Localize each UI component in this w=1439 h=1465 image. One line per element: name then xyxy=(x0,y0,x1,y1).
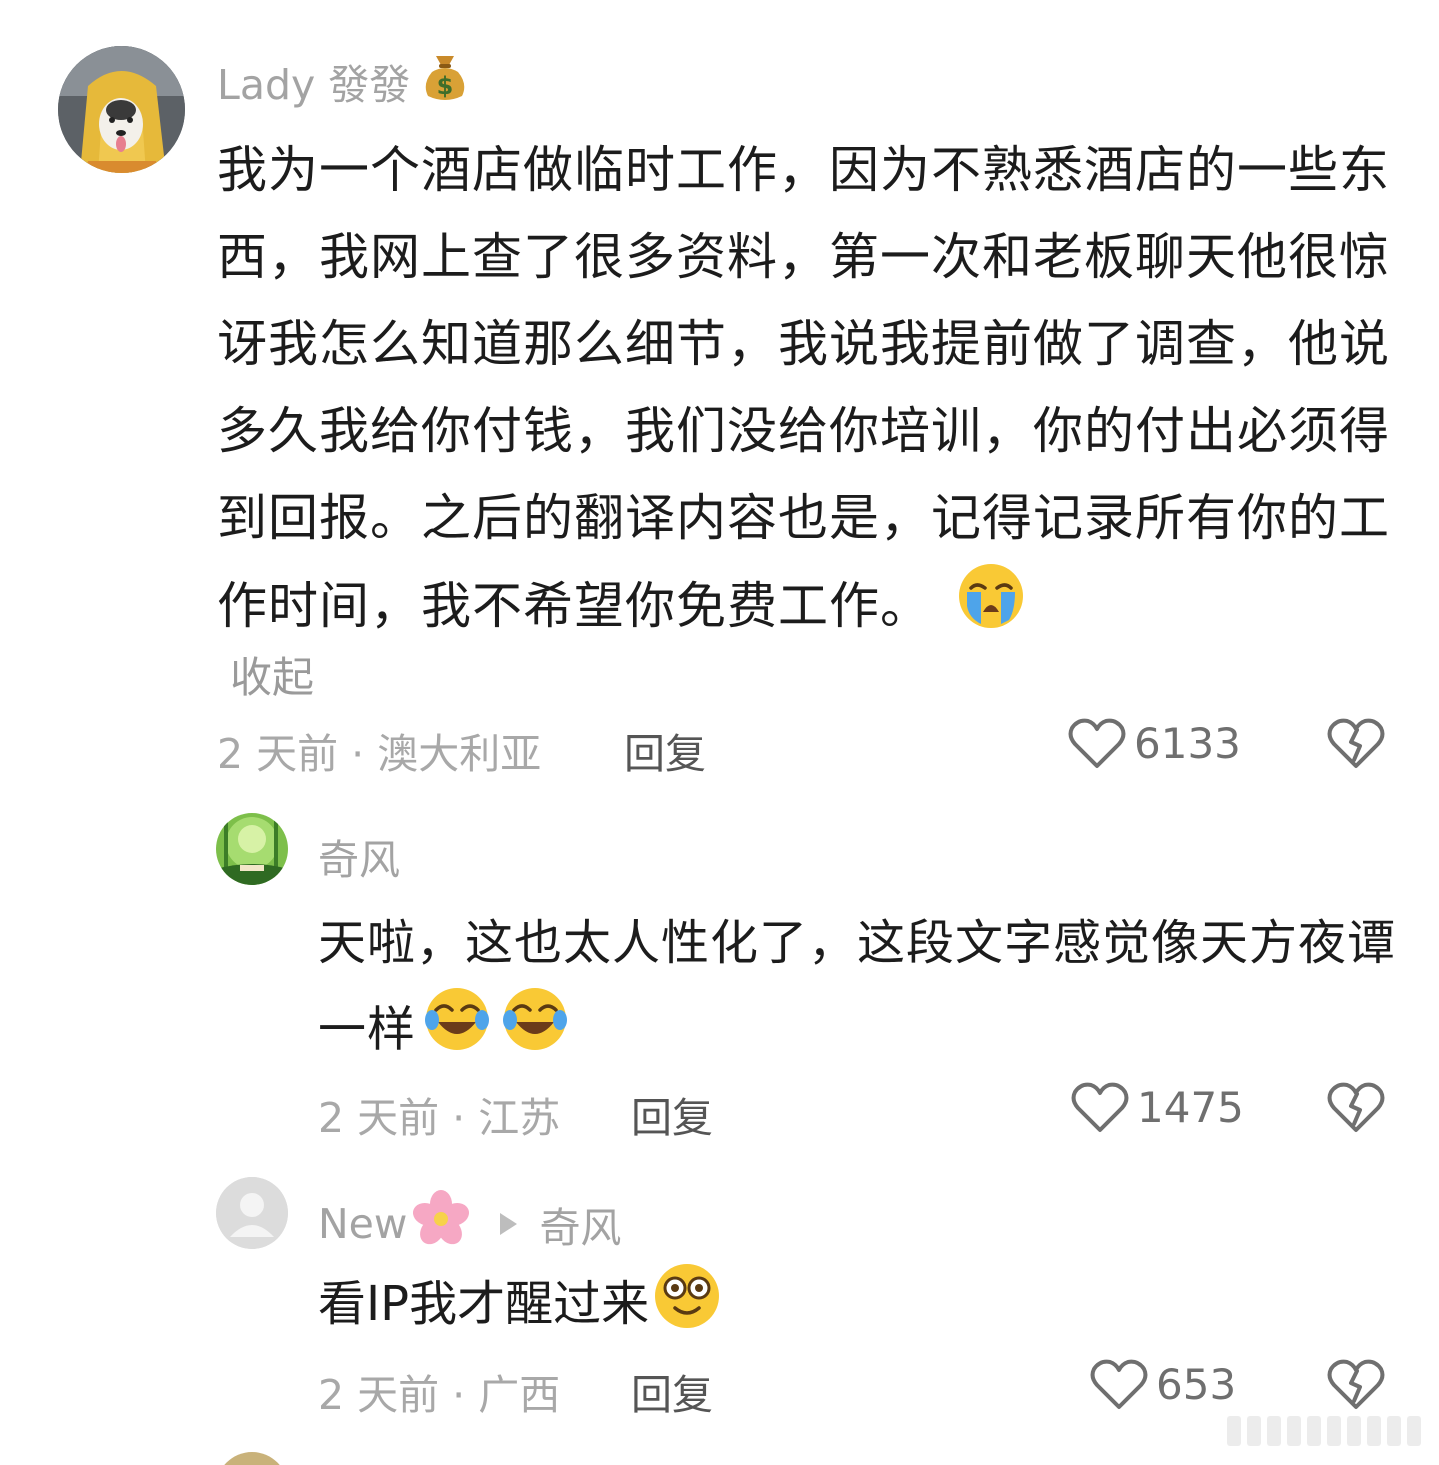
like-count: 653 xyxy=(1156,1359,1237,1409)
reply-button[interactable]: 回复 xyxy=(624,720,706,780)
avatar[interactable] xyxy=(216,1177,288,1249)
comment-meta: 2 天前 · 江苏 xyxy=(318,1094,561,1142)
reply-button[interactable]: 回复 xyxy=(631,1361,713,1421)
comment-author[interactable]: 奇风 xyxy=(318,826,400,886)
watermark xyxy=(1181,1411,1421,1451)
author-name[interactable]: 奇风 xyxy=(318,826,400,886)
loudly-crying-face-icon xyxy=(957,562,1025,657)
comment-text: 天啦，这也太人性化了，这段文字感觉像天方夜谭一样 xyxy=(318,900,1398,1079)
like-button[interactable]: 6133 xyxy=(1068,716,1241,770)
comment-text: 我为一个酒店做临时工作，因为不熟悉酒店的一些东西，我网上查了很多资料，第一次和老… xyxy=(217,127,1397,657)
heart-icon xyxy=(1071,1082,1129,1132)
broken-heart-icon xyxy=(1327,1359,1385,1409)
avatar[interactable] xyxy=(216,813,288,885)
collapse-button[interactable]: 收起 xyxy=(230,644,314,705)
author-name[interactable]: New xyxy=(318,1200,407,1248)
comment-meta: 2 天前 · 澳大利亚 xyxy=(217,730,542,778)
broken-heart-icon xyxy=(1327,718,1385,768)
flushed-face-icon xyxy=(653,1262,721,1352)
heart-icon xyxy=(1090,1359,1148,1409)
comment-meta: 2 天前 · 广西 xyxy=(318,1371,561,1419)
dislike-button[interactable] xyxy=(1327,1357,1385,1415)
cherry-blossom-icon xyxy=(411,1189,471,1259)
face-with-tears-of-joy-icon xyxy=(424,986,570,1079)
like-count: 1475 xyxy=(1137,1082,1244,1132)
comment-thread: Lady 發發 $ 我为一个酒店做临时工作，因为不熟悉酒店的一些东西，我网上查了… xyxy=(0,0,1439,1465)
author-name[interactable]: Lady 發發 xyxy=(217,51,410,111)
reply-button[interactable]: 回复 xyxy=(631,1084,713,1144)
money-bag-icon: $ xyxy=(422,50,468,112)
broken-heart-icon xyxy=(1327,1082,1385,1132)
heart-icon xyxy=(1068,718,1126,768)
comment-author[interactable]: New 奇风 xyxy=(318,1189,621,1259)
reply-arrow-icon xyxy=(497,1211,519,1237)
avatar[interactable] xyxy=(58,46,185,173)
like-button[interactable]: 1475 xyxy=(1071,1080,1244,1134)
like-button[interactable]: 653 xyxy=(1090,1357,1236,1411)
dislike-button[interactable] xyxy=(1327,1080,1385,1138)
dislike-button[interactable] xyxy=(1327,716,1385,774)
comment-author[interactable]: Lady 發發 $ xyxy=(217,50,468,112)
like-count: 6133 xyxy=(1134,718,1241,768)
avatar[interactable] xyxy=(216,1452,288,1465)
reply-target-name[interactable]: 奇风 xyxy=(539,1194,621,1254)
svg-text:$: $ xyxy=(437,72,454,100)
comment-text: 看IP我才醒过来 xyxy=(318,1262,1398,1352)
